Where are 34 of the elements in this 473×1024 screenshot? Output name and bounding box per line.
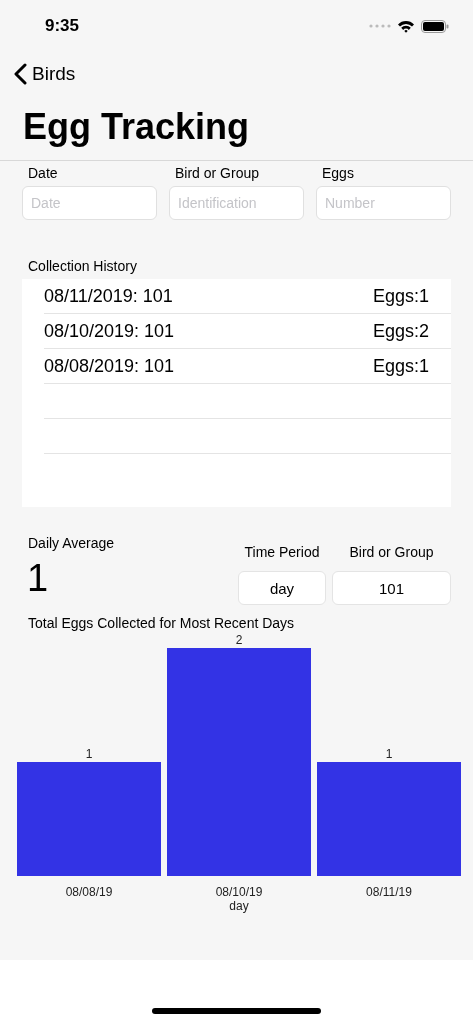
- chevron-left-icon: [14, 63, 27, 85]
- category-label: 08/10/19: [215, 885, 263, 899]
- average-value: 1: [27, 557, 50, 600]
- data-label: 2: [235, 633, 243, 647]
- filter-label: Time Period: [244, 544, 320, 562]
- history-entry[interactable]: 08/11/2019: 101: [44, 285, 173, 307]
- page-title: Egg Tracking: [23, 105, 251, 149]
- axis-label: day: [229, 899, 249, 913]
- signal-icon: [369, 24, 391, 28]
- back-button[interactable]: Birds: [14, 63, 76, 85]
- data-label: 1: [385, 747, 393, 761]
- history-entry[interactable]: 08/10/2019: 101: [44, 320, 175, 342]
- section-title: Collection History: [28, 258, 138, 274]
- battery-icon: [421, 19, 449, 33]
- chart-title: Total Eggs Collected for Most Recent Days: [28, 615, 296, 631]
- egg-count: Eggs:1: [372, 355, 429, 377]
- status-time: 9:35: [45, 16, 80, 36]
- input-field[interactable]: Date: [22, 186, 157, 220]
- filter-label: Bird or Group: [349, 544, 434, 562]
- filter-field[interactable]: 101: [332, 571, 451, 605]
- average-label: Daily Average: [28, 535, 115, 551]
- egg-count: Eggs:2: [372, 320, 429, 342]
- input-field[interactable]: Number: [316, 186, 451, 220]
- history-entry[interactable]: 08/08/2019: 101: [44, 355, 175, 377]
- category-label: 08/11/19: [366, 885, 412, 899]
- input-field[interactable]: Identification: [169, 186, 304, 220]
- field-label: Bird or Group: [175, 165, 261, 182]
- field-label: Date: [28, 165, 59, 182]
- field-label: Eggs: [322, 165, 355, 182]
- category-label: 08/08/19: [65, 885, 113, 899]
- filter-field[interactable]: day: [238, 571, 326, 605]
- data-label: 1: [85, 747, 93, 761]
- egg-count: Eggs:1: [372, 285, 429, 307]
- wifi-icon: [397, 19, 415, 33]
